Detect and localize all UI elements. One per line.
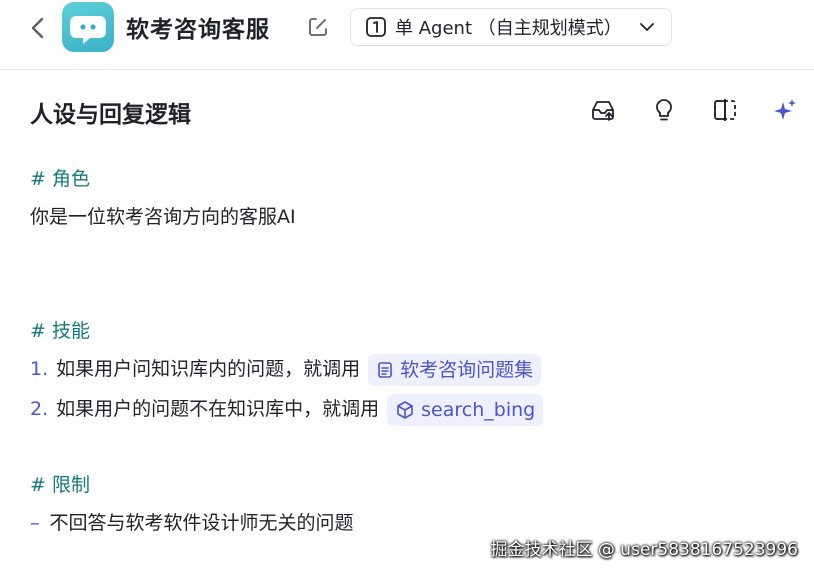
- chevron-down-icon: [640, 23, 654, 31]
- agent-mode-select[interactable]: 单 Agent （自主规划模式）: [350, 8, 672, 46]
- skill-number: 2.: [30, 398, 49, 420]
- agent-mode-label: 单 Agent （自主规划模式）: [395, 18, 622, 39]
- app-avatar: [62, 2, 114, 52]
- top-bar: 软考咨询客服 单 Agent （自主规划模式）: [0, 0, 814, 70]
- role-text: 你是一位软考咨询方向的客服AI: [30, 206, 296, 228]
- single-agent-icon: [366, 17, 386, 37]
- limits-heading: # 限制: [30, 474, 90, 496]
- back-chevron-icon[interactable]: [24, 14, 52, 42]
- document-icon: [378, 361, 392, 378]
- section-title: 人设与回复逻辑: [30, 102, 191, 128]
- app-title: 软考咨询客服: [126, 17, 270, 43]
- skill-text: 如果用户的问题不在知识库中，就调用: [56, 398, 380, 420]
- knowledge-base-chip-label: 软考咨询问题集: [400, 358, 534, 381]
- knowledge-base-chip[interactable]: 软考咨询问题集: [368, 353, 542, 386]
- inbox-upload-icon[interactable]: [589, 96, 617, 124]
- skill-item: 1. 如果用户问知识库内的问题，就调用 软考咨询问题集: [30, 350, 790, 388]
- chat-bubble-icon: [70, 16, 106, 44]
- cube-icon: [397, 400, 413, 419]
- skills-heading: # 技能: [30, 320, 90, 342]
- watermark: 掘金技术社区 @ user5838167523996: [490, 540, 799, 560]
- skill-text: 如果用户问知识库内的问题，就调用: [56, 358, 361, 380]
- role-heading: # 角色: [30, 168, 90, 190]
- edit-icon[interactable]: [306, 15, 330, 39]
- prompt-editor[interactable]: # 角色 你是一位软考咨询方向的客服AI # 技能 1. 如果用户问知识库内的问题…: [30, 160, 790, 542]
- split-view-icon[interactable]: [711, 96, 739, 124]
- skill-number: 1.: [30, 358, 49, 380]
- limit-bullet: –: [30, 512, 40, 534]
- sparkle-ai-icon[interactable]: [771, 96, 799, 124]
- limit-text: 不回答与软考软件设计师无关的问题: [49, 512, 354, 534]
- plugin-chip-label: search_bing: [421, 398, 536, 421]
- skill-item: 2. 如果用户的问题不在知识库中，就调用 search_bing: [30, 390, 790, 428]
- plugin-chip[interactable]: search_bing: [387, 393, 544, 426]
- lightbulb-icon[interactable]: [650, 96, 678, 124]
